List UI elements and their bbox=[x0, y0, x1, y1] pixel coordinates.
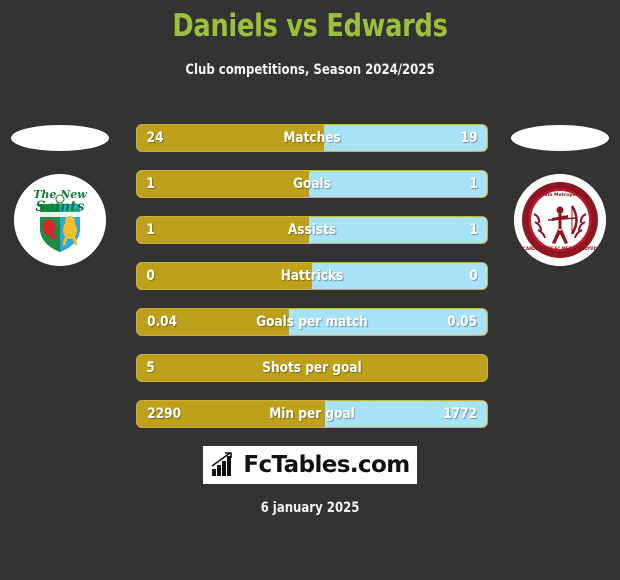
stat-row[interactable]: 0.04 Goals per match 0.05 bbox=[136, 308, 488, 336]
stat-bar-home-fill bbox=[137, 263, 312, 289]
date-label: 6 january 2025 bbox=[260, 500, 360, 516]
stat-bar-home-fill bbox=[137, 171, 309, 197]
page-subtitle: Club competitions, Season 2024/2025 bbox=[185, 62, 435, 78]
stat-row[interactable]: 24 Matches 19 bbox=[136, 124, 488, 152]
crest-top-text: Corydin Metropolitan bbox=[533, 192, 588, 198]
stat-bar bbox=[136, 400, 488, 428]
stat-bar bbox=[136, 308, 488, 336]
stat-bar-home-fill bbox=[137, 355, 487, 381]
the-new-saints-crest-icon: The New Saints bbox=[14, 174, 106, 266]
crest-bottom-text: CARDIFF MET FC MET CAERDYDD bbox=[523, 246, 598, 251]
stat-bar bbox=[136, 124, 488, 152]
stat-bar bbox=[136, 354, 488, 382]
page-title: Daniels vs Edwards bbox=[172, 8, 448, 44]
stat-bar-home-fill bbox=[137, 125, 325, 151]
stat-bar-home-fill bbox=[137, 401, 325, 427]
stat-bar-home-fill bbox=[137, 309, 290, 335]
stat-row[interactable]: 2290 Min per goal 1772 bbox=[136, 400, 488, 428]
away-team-crest: Corydin Metropolitan CARDIFF MET FC MET … bbox=[514, 174, 606, 266]
home-banner-oval bbox=[11, 125, 109, 151]
stat-bars-list: 24 Matches 19 1 Goals 1 1 Assists 1 0 Ha… bbox=[136, 124, 488, 446]
stat-bar-home-fill bbox=[137, 217, 309, 243]
stat-row[interactable]: 1 Assists 1 bbox=[136, 216, 488, 244]
away-banner-oval bbox=[511, 125, 609, 151]
home-team-crest: The New Saints bbox=[14, 174, 106, 266]
stat-bar bbox=[136, 262, 488, 290]
brand-name: FcTables.com bbox=[243, 452, 410, 478]
fctables-brand[interactable]: FcTables.com bbox=[203, 446, 417, 484]
stat-bar bbox=[136, 170, 488, 198]
stat-row[interactable]: 0 Hattricks 0 bbox=[136, 262, 488, 290]
bar-chart-icon bbox=[211, 452, 233, 476]
stat-comparison-page: Daniels vs Edwards Club competitions, Se… bbox=[0, 0, 620, 580]
stat-row[interactable]: 5 Shots per goal bbox=[136, 354, 488, 382]
stat-bar bbox=[136, 216, 488, 244]
stat-row[interactable]: 1 Goals 1 bbox=[136, 170, 488, 198]
cardiff-met-fc-crest-icon: Corydin Metropolitan CARDIFF MET FC MET … bbox=[514, 174, 606, 266]
